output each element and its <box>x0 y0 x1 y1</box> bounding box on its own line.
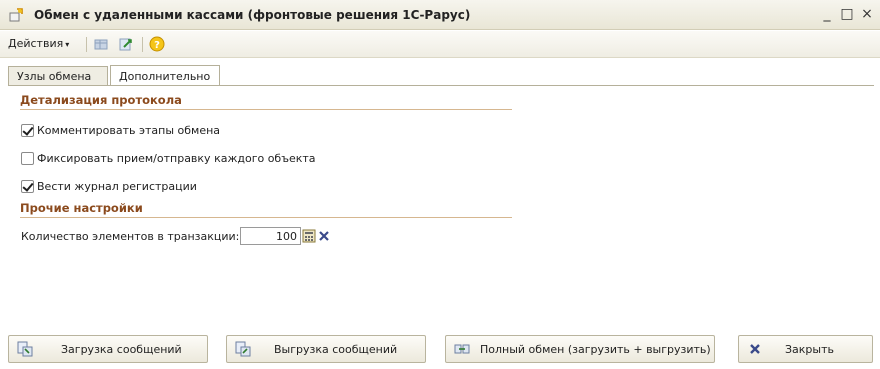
checkbox-label: Фиксировать прием/отправку каждого объек… <box>37 151 316 165</box>
section-title-protocol: Детализация протокола <box>20 93 182 107</box>
app-icon <box>9 8 23 22</box>
checkbox-label: Вести журнал регистрации <box>37 179 197 193</box>
checkbox-box[interactable] <box>21 123 34 137</box>
close-window-button[interactable]: × <box>858 5 876 23</box>
unload-messages-icon <box>235 341 251 357</box>
toolbar-divider <box>142 37 143 52</box>
full-exchange-icon <box>454 344 470 354</box>
close-icon <box>750 344 760 354</box>
transaction-count-input[interactable]: 100 <box>240 227 301 245</box>
chevron-down-icon: ▾ <box>65 40 70 49</box>
section-divider <box>20 217 512 218</box>
calculator-button[interactable] <box>302 229 316 243</box>
section-divider <box>20 109 512 110</box>
load-messages-button[interactable]: Загрузка сообщений <box>8 335 208 363</box>
actions-menu-button[interactable]: Действия ▾ <box>8 37 69 50</box>
checkbox-comment-stages[interactable]: Комментировать этапы обмена <box>21 122 220 138</box>
button-label: Выгрузка сообщений <box>274 343 398 356</box>
clear-button[interactable] <box>317 229 331 243</box>
clear-icon <box>319 231 329 241</box>
tab-label: Дополнительно <box>119 70 211 83</box>
button-label: Загрузка сообщений <box>61 343 182 356</box>
maximize-button[interactable]: □ <box>838 5 856 23</box>
svg-text:?: ? <box>154 40 160 51</box>
unload-messages-button[interactable]: Выгрузка сообщений <box>226 335 426 363</box>
button-label: Закрыть <box>785 343 834 356</box>
close-button[interactable]: Закрыть <box>738 335 873 363</box>
export-icon[interactable] <box>118 36 134 52</box>
tab-exchange-nodes[interactable]: Узлы обмена <box>8 66 108 86</box>
table-icon[interactable] <box>93 36 109 52</box>
title-bar: Обмен с удаленными кассами (фронтовые ре… <box>0 0 880 30</box>
checkbox-event-log[interactable]: Вести журнал регистрации <box>21 178 197 194</box>
checkbox-label: Комментировать этапы обмена <box>37 123 221 137</box>
toolbar-divider <box>86 37 87 52</box>
tab-label: Узлы обмена <box>17 70 92 83</box>
load-messages-icon <box>17 341 33 357</box>
minimize-button[interactable]: _ <box>818 5 836 23</box>
help-icon[interactable]: ? <box>149 36 165 52</box>
actions-label: Действия <box>8 37 64 50</box>
checkbox-box[interactable] <box>21 179 34 193</box>
toolbar: Действия ▾ ? <box>0 31 880 58</box>
tab-additional[interactable]: Дополнительно <box>110 65 220 86</box>
button-label: Полный обмен (загрузить + выгрузить) <box>480 343 711 356</box>
window-title: Обмен с удаленными кассами (фронтовые ре… <box>34 8 471 22</box>
section-title-other: Прочие настройки <box>20 201 143 215</box>
calculator-icon <box>302 229 316 243</box>
checkbox-log-each-object[interactable]: Фиксировать прием/отправку каждого объек… <box>21 150 316 166</box>
full-exchange-button[interactable]: Полный обмен (загрузить + выгрузить) <box>445 335 715 363</box>
checkbox-box[interactable] <box>21 151 34 165</box>
transaction-count-label: Количество элементов в транзакции: <box>21 230 240 243</box>
